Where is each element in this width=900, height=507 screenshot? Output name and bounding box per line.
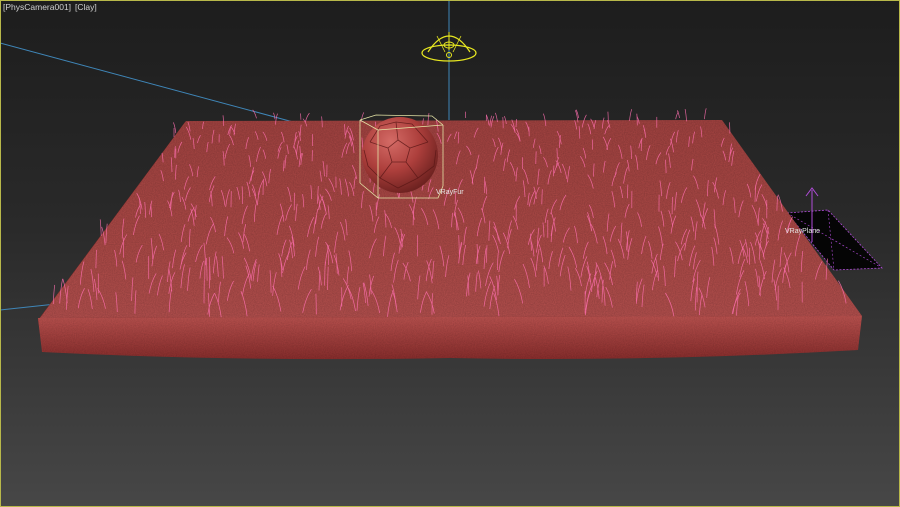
fur-strand: [704, 108, 707, 120]
fur-strand: [99, 219, 102, 237]
viewport-label-menu: [PhysCamera001] [Clay]: [3, 2, 101, 12]
camera-menu[interactable]: [PhysCamera001]: [3, 2, 71, 12]
shading-mode-menu[interactable]: [Clay]: [75, 2, 97, 12]
vray-fur-label: VRayFur: [436, 189, 464, 196]
vray-plane-label: VRayPlane: [785, 228, 820, 235]
fur-strand: [676, 110, 680, 119]
fur-strand: [675, 111, 679, 120]
fur-strand: [629, 109, 633, 121]
fur-strand: [273, 112, 276, 120]
fur-strand: [684, 109, 687, 122]
perspective-viewport[interactable]: VRayFur VRayPlane [PhysCamera001] [Clay]: [0, 0, 900, 507]
viewport-scene: VRayFur VRayPlane: [0, 0, 883, 360]
fur-strand: [305, 112, 310, 123]
